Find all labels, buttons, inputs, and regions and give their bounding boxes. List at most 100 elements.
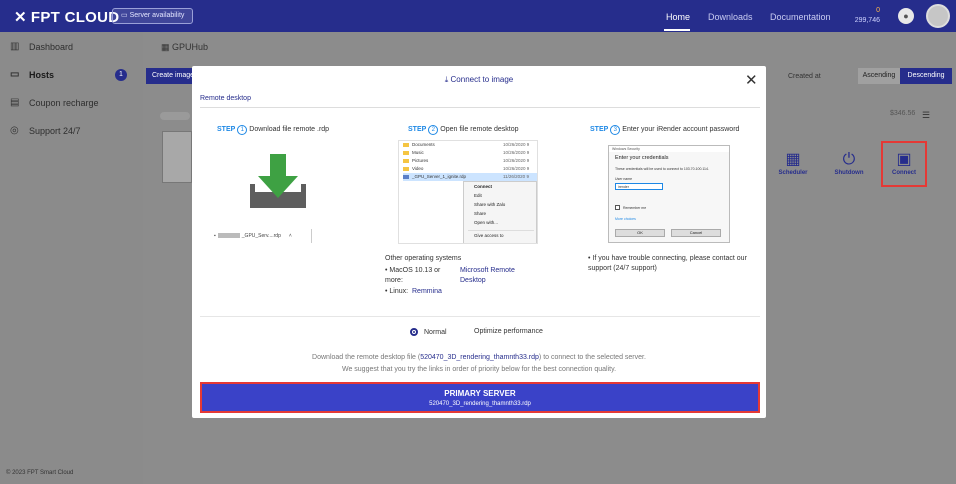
linux-line: • Linux: <box>385 288 409 295</box>
mode-normal-radio[interactable]: Normal <box>410 328 447 336</box>
menu-item: Give access to <box>474 233 504 238</box>
file-name: Music <box>412 150 424 155</box>
sidebar-item-coupon[interactable]: ▤ Coupon recharge <box>10 97 99 108</box>
step-label: Open file remote desktop <box>440 126 519 133</box>
linux-label: Linux: <box>389 288 409 295</box>
nav-documentation[interactable]: Documentation <box>770 12 831 22</box>
rdp-file-link[interactable]: 520470_3D_rendering_thamnth33.rdp <box>420 354 539 361</box>
step-number: 1 <box>237 125 248 135</box>
sort-ascending-button[interactable]: Ascending <box>858 68 900 84</box>
menu-item: Edit <box>474 193 482 198</box>
file-date: 10/26/2020 9 <box>503 142 530 147</box>
mode-optimize-label: Optimize performance <box>474 328 543 335</box>
file-name: Video <box>412 166 424 171</box>
fpt-cloud-logo[interactable]: ✕ FPT CLOUD <box>14 8 119 26</box>
redacted-text <box>217 233 240 239</box>
mode-optimize-radio[interactable]: Optimize performance <box>474 328 543 335</box>
folder-icon <box>403 142 409 147</box>
menu-divider <box>468 230 534 231</box>
sidebar-item-label: Support 24/7 <box>29 125 81 136</box>
sort-label: Created at <box>788 73 821 80</box>
primary-server-file: 520470_3D_rendering_thamnth33.rdp <box>429 401 531 407</box>
file-date: 10/26/2020 9 <box>503 166 530 171</box>
power-icon: ⏻ <box>842 151 856 168</box>
connect-highlight <box>881 141 927 187</box>
nav-active-indicator <box>664 29 690 31</box>
scheduler-button[interactable]: ▦ Scheduler <box>773 150 813 176</box>
sidebar-item-support[interactable]: ◎ Support 24/7 <box>10 125 81 136</box>
menu-icon[interactable]: ☰ <box>922 110 930 121</box>
folder-icon <box>403 166 409 171</box>
dialog-cancel: Cancel <box>671 229 721 237</box>
dialog-user-label: User name <box>615 177 633 181</box>
host-card[interactable] <box>162 131 192 183</box>
total-cost: $346.56 <box>890 110 916 117</box>
grid-icon: ▦ <box>161 42 173 52</box>
logo-text: FPT CLOUD <box>30 9 120 26</box>
file-explorer-screenshot: Documents 10/26/2020 9 Music 10/26/2020 9 … <box>398 140 538 244</box>
primary-server-label: PRIMARY SERVER <box>444 389 516 398</box>
sidebar-item-label: Hosts <box>29 69 55 80</box>
rdp-file-icon: ▪ <box>214 233 216 239</box>
footer-copyright: © 2023 FPT Smart Cloud <box>6 470 74 476</box>
desc-pre: Download the remote desktop file ( <box>312 354 421 361</box>
sort-descending-button[interactable]: Descending <box>900 68 952 84</box>
menu-item: Open with... <box>474 220 499 225</box>
step-1: STEP 1 Download file remote .rdp <box>217 125 329 135</box>
list-item: Documents 10/26/2020 9 <box>403 141 537 149</box>
sidebar-item-hosts[interactable]: ▭ Hosts <box>10 69 54 80</box>
balance-sub: 299,746 <box>854 17 880 24</box>
microsoft-remote-desktop-link[interactable]: Microsoft Remote Desktop <box>460 266 536 286</box>
file-date: 10/26/2020 9 <box>503 150 530 155</box>
credentials-dialog-screenshot: Windows Security Enter your credentials … <box>608 145 730 243</box>
help-text: • If you have trouble connecting, please… <box>588 255 747 272</box>
server-availability-button[interactable]: ▭ Server availability <box>112 8 194 24</box>
step-3: STEP 3 Enter your iRender account password <box>590 125 739 135</box>
modal-title-text: Connect to image <box>450 75 514 84</box>
filter-pill[interactable] <box>160 112 190 120</box>
downloaded-file-chip[interactable]: ▪ _GPU_Serv....rdp ˄ <box>214 229 312 243</box>
dialog-field: irender <box>615 183 663 190</box>
step-number: 3 <box>610 125 621 135</box>
server-availability-label: Server availability <box>129 12 185 19</box>
list-item: _GPU_Server_1_ignite.rdp 11/26/2020 9 <box>403 173 537 181</box>
chevron-up-icon[interactable]: ˄ <box>289 233 292 239</box>
page-title: ▦ GPUHub <box>161 42 208 53</box>
divider <box>200 316 760 317</box>
modal-title: ⤓ Connect to image <box>192 75 766 85</box>
file-date: 10/26/2020 9 <box>503 158 530 163</box>
context-menu: Connect Edit Share with Zalo Share Open … <box>463 181 537 243</box>
sidebar-item-label: Coupon recharge <box>29 97 99 108</box>
logo-icon: ✕ <box>14 9 27 26</box>
calendar-icon: ▦ <box>785 151 801 168</box>
dialog-text: These credentials will be used to connec… <box>615 167 709 171</box>
file-name: _GPU_Server_1_ignite.rdp <box>412 174 467 179</box>
list-item: Video 10/26/2020 9 <box>403 165 537 173</box>
more-choices-link: More choices <box>615 217 636 221</box>
tab-remote-desktop[interactable]: Remote desktop <box>200 95 251 102</box>
headset-icon: ◎ <box>10 125 19 136</box>
download-file-icon[interactable] <box>250 154 306 208</box>
nav-home[interactable]: Home <box>666 12 690 22</box>
close-icon[interactable]: ✕ <box>745 71 758 89</box>
dialog-title-bar: Windows Security <box>609 146 729 152</box>
shutdown-button[interactable]: ⏻ Shutdown <box>829 150 869 176</box>
chart-icon: ▥ <box>10 41 20 52</box>
avatar[interactable] <box>926 4 950 28</box>
step-label: Download file remote .rdp <box>249 126 330 133</box>
file-name: Documents <box>412 142 435 147</box>
list-item: Music 10/26/2020 9 <box>403 149 537 157</box>
notification-bell-icon[interactable]: ● <box>898 8 914 24</box>
folder-icon <box>403 158 409 163</box>
server-icon: ▭ <box>121 12 130 19</box>
mode-normal-label: Normal <box>424 328 447 336</box>
remmina-link[interactable]: Remmina <box>412 287 442 297</box>
sidebar-item-dashboard[interactable]: ▥ Dashboard <box>10 41 73 52</box>
menu-item: Share with Zalo <box>474 202 506 207</box>
step-word: STEP <box>408 126 427 133</box>
primary-server-button[interactable]: PRIMARY SERVER 520470_3D_rendering_thamn… <box>200 382 760 413</box>
folder-icon <box>403 150 409 155</box>
nav-downloads[interactable]: Downloads <box>708 12 753 22</box>
download-file-name: _GPU_Serv....rdp <box>241 233 281 239</box>
page-title-text: GPUHub <box>172 42 209 52</box>
